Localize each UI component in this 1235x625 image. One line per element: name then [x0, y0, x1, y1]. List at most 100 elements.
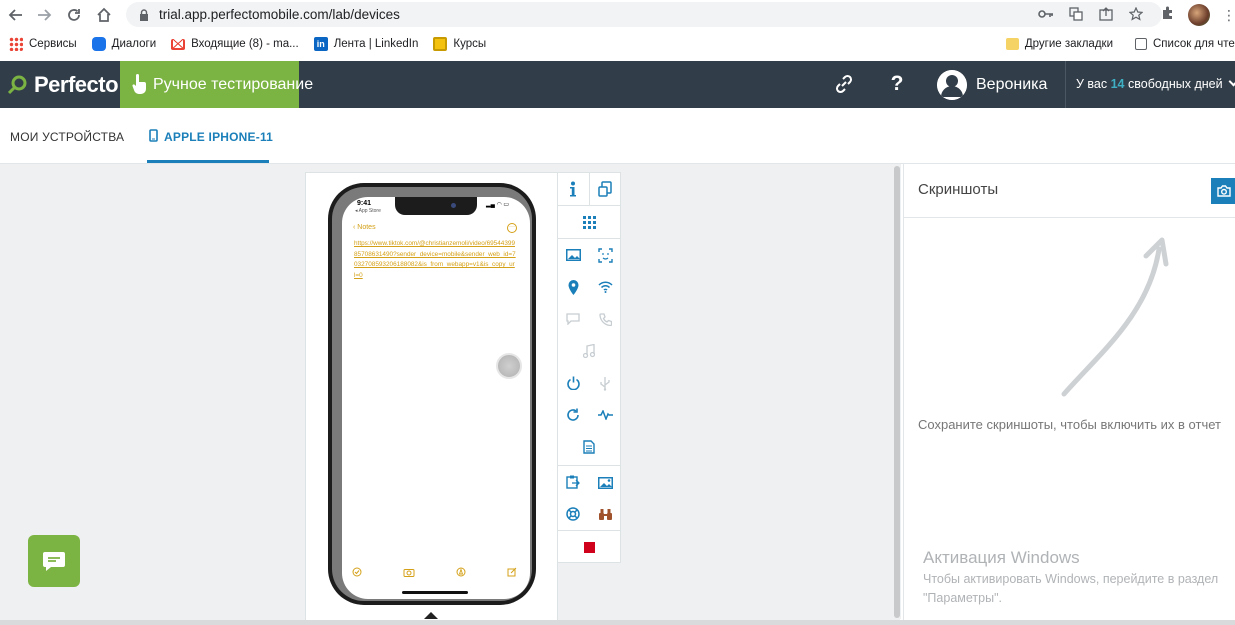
image-icon: [565, 249, 581, 261]
logs-button[interactable]: [574, 431, 604, 463]
pulse-icon: [597, 410, 613, 420]
more-options-icon[interactable]: ···: [507, 223, 517, 233]
lifebuoy-icon: [566, 507, 580, 521]
page-horizontal-scrollbar[interactable]: [0, 620, 1235, 625]
windows-activation-text: Чтобы активировать Windows, перейдите в …: [923, 572, 1219, 605]
profile-avatar-icon[interactable]: [1188, 4, 1210, 26]
assistive-touch-button[interactable]: [496, 353, 522, 379]
user-avatar[interactable]: [937, 70, 967, 100]
music-note-icon: [583, 344, 595, 358]
key-icon[interactable]: [1038, 6, 1054, 22]
tab-apple-iphone-11[interactable]: APPLE IPHONE-11: [149, 108, 273, 164]
reload-button[interactable]: [60, 1, 88, 29]
share-icon[interactable]: [1098, 6, 1114, 22]
reboot-button[interactable]: [558, 399, 588, 431]
chat-bubble-icon: [91, 37, 106, 51]
tab-my-devices[interactable]: МОИ УСТРОЙСТВА: [10, 108, 124, 164]
bookmark-courses[interactable]: Курсы: [433, 37, 486, 51]
note-text[interactable]: https://www.tiktok.com/@christianzemoli/…: [354, 239, 516, 281]
iphone-device: 9:41 ◂ App Store ▂▄ ◠ ▭ ‹ Notes ··· http…: [328, 183, 536, 605]
manual-testing-label: Ручное тестирование: [153, 76, 314, 93]
bookmark-services[interactable]: Сервисы: [9, 37, 77, 51]
reading-list[interactable]: Список для чтения: [1135, 38, 1235, 50]
usb-button: [590, 367, 620, 399]
power-button[interactable]: [558, 367, 588, 399]
tool-row: [558, 303, 620, 335]
inspector-button[interactable]: [590, 498, 620, 530]
trial-days-count: 14: [1110, 77, 1125, 91]
bookmark-label: Курсы: [453, 38, 487, 50]
support-button[interactable]: [558, 498, 588, 530]
device-screen[interactable]: 9:41 ◂ App Store ▂▄ ◠ ▭ ‹ Notes ··· http…: [342, 197, 530, 599]
checklist-icon[interactable]: [352, 567, 362, 579]
binoculars-icon: [598, 508, 612, 520]
url-text: trial.app.perfectomobile.com/lab/devices: [159, 7, 400, 22]
vitals-button[interactable]: [590, 399, 620, 431]
home-indicator[interactable]: [402, 591, 468, 594]
screenshots-empty-message: Сохраните скриншоты, чтобы включить их в…: [918, 417, 1221, 432]
face-scan-icon: [597, 247, 613, 263]
restart-icon: [567, 408, 579, 421]
panel-divider: [904, 217, 1235, 218]
network-button[interactable]: [590, 271, 620, 303]
image-injection-button[interactable]: [558, 239, 588, 271]
phone-bezel: 9:41 ◂ App Store ▂▄ ◠ ▭ ‹ Notes ··· http…: [332, 187, 532, 601]
trial-days-dropdown[interactable]: У вас 14 свободных дней: [1076, 61, 1235, 108]
help-button[interactable]: ?: [887, 69, 907, 99]
trial-suffix: свободных дней: [1128, 77, 1223, 91]
clipboard-button[interactable]: [558, 466, 588, 498]
mobile-phone-icon: [149, 129, 158, 142]
workspace-scrollbar-thumb[interactable]: [894, 166, 900, 618]
home-button[interactable]: [90, 1, 118, 29]
apps-grid-icon: [9, 37, 23, 51]
chevron-down-icon: [1228, 76, 1235, 87]
arrow-left-icon: [8, 9, 22, 21]
address-bar[interactable]: trial.app.perfectomobile.com/lab/devices: [126, 2, 1162, 27]
screenshots-title: Скриншоты: [918, 181, 999, 198]
stop-session-button[interactable]: [574, 531, 604, 563]
notes-back-button[interactable]: ‹ Notes: [353, 224, 376, 231]
notes-back-label: Notes: [357, 224, 376, 231]
bookmark-label: Входящие (8) - ma...: [191, 38, 299, 50]
scroll-up-arrow-icon[interactable]: [424, 612, 438, 619]
bookmark-dialogs[interactable]: Диалоги: [91, 37, 156, 51]
status-icons: ▂▄ ◠ ▭: [486, 202, 510, 208]
translate-icon[interactable]: [1068, 6, 1084, 22]
perfecto-logo[interactable]: Perfecto: [0, 61, 120, 108]
user-name[interactable]: Вероника: [976, 61, 1047, 108]
star-icon[interactable]: [1128, 6, 1144, 22]
take-screenshot-button[interactable]: [1211, 178, 1235, 204]
bookmark-gmail[interactable]: Входящие (8) - ma...: [171, 38, 299, 50]
rotate-device-button[interactable]: [590, 173, 620, 205]
wifi-icon: [597, 281, 613, 293]
clipboard-icon: [566, 475, 580, 489]
status-back-app: ◂ App Store: [355, 208, 381, 214]
info-button[interactable]: [558, 173, 588, 205]
app-grid-button[interactable]: [574, 206, 604, 238]
folder-icon: [1005, 38, 1019, 50]
kebab-menu-icon[interactable]: ⋮: [1222, 8, 1235, 22]
tab-label: МОИ УСТРОЙСТВА: [10, 130, 125, 144]
bookmark-linkedin[interactable]: in Лента | LinkedIn: [313, 37, 418, 51]
tool-row: [558, 206, 620, 238]
sms-button: [558, 303, 588, 335]
arrow-right-icon: [38, 9, 52, 21]
location-pin-icon: [568, 279, 578, 295]
chat-bubble-icon: [43, 552, 65, 571]
link-icon[interactable]: [833, 73, 855, 95]
forward-button[interactable]: [30, 1, 58, 29]
tool-row: [558, 173, 620, 205]
camera-icon[interactable]: [403, 567, 415, 579]
chat-widget-button[interactable]: [28, 535, 80, 587]
back-button[interactable]: [2, 1, 30, 29]
active-tab-indicator: [147, 160, 269, 163]
tab-label: APPLE IPHONE-11: [164, 130, 274, 144]
face-id-button[interactable]: [590, 239, 620, 271]
other-bookmarks[interactable]: Другие закладки: [1005, 38, 1113, 50]
puzzle-icon[interactable]: [1160, 5, 1176, 26]
markup-pen-icon[interactable]: [456, 567, 466, 579]
screenshot-tool-button[interactable]: [590, 466, 620, 498]
location-button[interactable]: [558, 271, 588, 303]
tool-row: [558, 335, 620, 367]
compose-icon[interactable]: [507, 567, 517, 579]
